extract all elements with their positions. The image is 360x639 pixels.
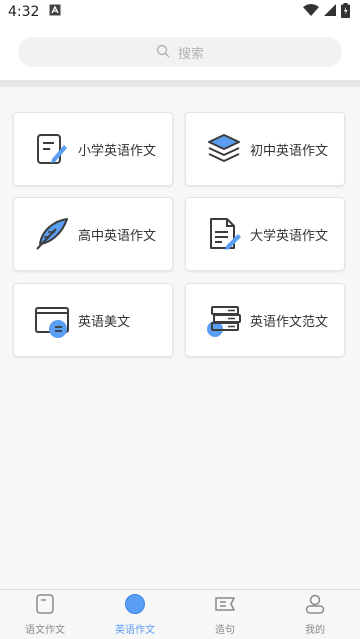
stacked-books-icon <box>206 302 242 338</box>
category-label: 初中英语作文 <box>250 143 329 159</box>
notebook-icon <box>34 593 56 618</box>
nav-label: 造句 <box>215 625 235 636</box>
category-card-junior[interactable]: 初中英语作文 <box>185 112 345 186</box>
feather-quill-icon <box>34 216 70 252</box>
wifi-icon <box>303 3 319 21</box>
nav-item-sentence[interactable]: 造句 <box>180 590 270 639</box>
category-label: 英语作文范文 <box>250 314 329 330</box>
nav-item-mine[interactable]: 我的 <box>270 590 360 639</box>
search-input[interactable]: 搜索 <box>18 37 342 67</box>
category-label: 大学英语作文 <box>250 228 329 244</box>
category-label: 英语美文 <box>78 314 131 330</box>
status-time: 4:32 <box>8 4 40 20</box>
status-bar: 4:32 <box>0 0 360 24</box>
signal-icon <box>323 3 337 21</box>
document-pen-icon <box>206 216 242 252</box>
nav-label: 我的 <box>305 625 325 636</box>
category-card-university[interactable]: 大学英语作文 <box>185 197 345 271</box>
category-card-senior[interactable]: 高中英语作文 <box>13 197 173 271</box>
nav-label: 语文作文 <box>25 625 65 636</box>
nav-label: 英语作文 <box>115 625 155 636</box>
category-card-beautiful-prose[interactable]: 英语美文 <box>13 283 173 357</box>
nav-item-english-essay[interactable]: 英语作文 <box>90 590 180 639</box>
nav-item-chinese-essay[interactable]: 语文作文 <box>0 590 90 639</box>
user-icon <box>304 593 326 618</box>
search-area: 搜索 <box>0 30 360 74</box>
pencil-note-icon <box>34 131 70 167</box>
search-icon <box>156 43 170 62</box>
search-placeholder: 搜索 <box>177 46 204 62</box>
circle-icon <box>124 593 146 618</box>
category-label: 小学英语作文 <box>78 143 157 159</box>
bottom-navigation: 语文作文 英语作文 造句 我的 <box>0 589 360 639</box>
category-card-primary[interactable]: 小学英语作文 <box>13 112 173 186</box>
category-label: 高中英语作文 <box>78 228 157 244</box>
sentence-card-icon <box>214 593 236 618</box>
battery-icon <box>341 2 350 22</box>
category-card-model-essay[interactable]: 英语作文范文 <box>185 283 345 357</box>
section-divider <box>0 80 360 87</box>
book-window-icon <box>34 302 70 338</box>
notification-a-icon <box>49 4 61 20</box>
layers-icon <box>206 131 242 167</box>
